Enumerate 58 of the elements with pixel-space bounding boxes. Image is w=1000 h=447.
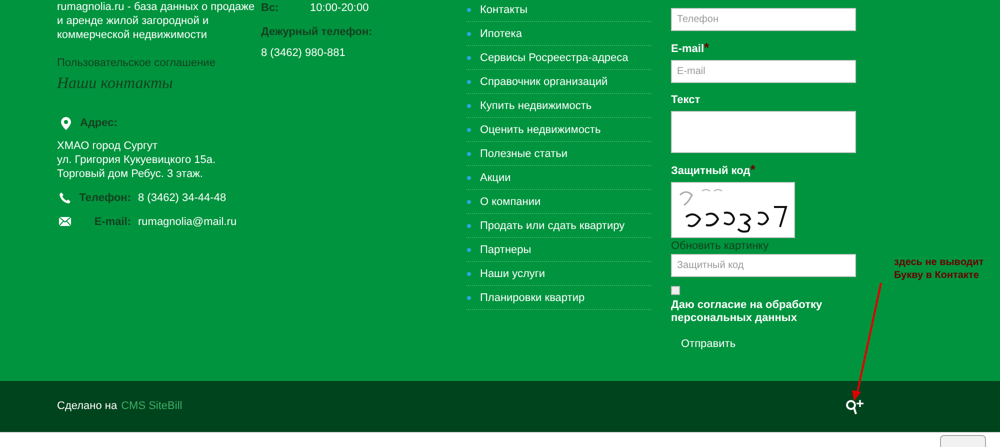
menu-link[interactable]: Оценить недвижимость: [480, 122, 601, 136]
cms-link[interactable]: CMS SiteBill: [121, 398, 182, 415]
menu-link[interactable]: Планировки квартир: [480, 290, 585, 304]
address-text: ХМАО город Сургут ул. Григория Кукуевицкого 15а. Торговый дом Ребус. 3 этаж.: [57, 138, 217, 180]
contact-label: Адрес:: [80, 116, 118, 131]
bullet-icon: [467, 272, 471, 276]
bullet-icon: [467, 248, 471, 252]
phone-icon: [59, 192, 71, 204]
bullet-icon: [467, 224, 471, 228]
button[interactable]: [940, 435, 986, 447]
bullet-icon: [467, 56, 471, 60]
checkbox[interactable]: [671, 286, 680, 295]
bullet-icon: [467, 200, 471, 204]
field-label: E-mail*: [671, 41, 710, 56]
menu-link[interactable]: Контакты: [480, 2, 528, 16]
submit-button[interactable]: Отправить: [671, 335, 746, 354]
text-area-field[interactable]: [671, 111, 856, 153]
bullet-icon: [467, 8, 471, 12]
bullet-icon: [467, 128, 471, 132]
bullet-icon: [467, 296, 471, 300]
contact-label: E-mail:: [93, 214, 131, 228]
description-text: rumagnolia.ru - база данных о продаже и аренде жилой загородной и коммерческой недвижимости: [57, 0, 256, 42]
menu-link[interactable]: Справочник организаций: [480, 74, 608, 88]
bullet-icon: [467, 152, 471, 156]
field-label: Текст: [671, 93, 702, 107]
input-field[interactable]: E-mail: [671, 60, 856, 83]
envelope-icon: [59, 217, 71, 226]
input-field[interactable]: Защитный код: [671, 254, 856, 277]
menu-link[interactable]: Полезные статьи: [480, 146, 568, 160]
menu-link[interactable]: Сервисы Росреестра-адреса: [480, 50, 628, 64]
contact-label: Телефон:: [78, 190, 131, 204]
bullet-icon: [467, 80, 471, 84]
annotation-text: здесь не выводит Букву в Контакте: [894, 256, 984, 282]
footer-text: Сделано на: [57, 399, 118, 414]
bullet-icon: [467, 32, 471, 36]
menu-link[interactable]: Наши услуги: [480, 266, 546, 280]
menu-link[interactable]: Купить недвижимость: [480, 98, 592, 112]
contacts-heading: Наши контакты: [57, 74, 173, 94]
refresh-captcha-link[interactable]: Обновить картинку: [671, 239, 856, 253]
input-field[interactable]: Телефон: [671, 8, 856, 31]
menu-link[interactable]: Продать или сдать квартиру: [480, 218, 625, 232]
duty-phone-number: 8 (3462) 980-881: [261, 46, 346, 60]
phone-number: 8 (3462) 34-44-48: [138, 190, 226, 204]
field-label: Защитный код*: [671, 163, 756, 178]
agreement-link[interactable]: Пользовательское соглашение: [57, 56, 261, 70]
email-link[interactable]: rumagnolia@mail.ru: [138, 214, 237, 228]
hours-text: 10:00-20:00: [310, 1, 369, 15]
bullet-icon: [467, 176, 471, 180]
google-plus-icon[interactable]: [845, 398, 865, 416]
bullet-icon: [467, 104, 471, 108]
day-label: Вс:: [261, 1, 280, 15]
menu-link[interactable]: О компании: [480, 194, 541, 208]
menu-link[interactable]: Ипотека: [480, 26, 522, 40]
menu-link[interactable]: Партнеры: [480, 242, 532, 256]
location-pin-icon: [61, 116, 71, 130]
menu-link[interactable]: Акции: [480, 170, 511, 184]
consent-label: Даю согласие на обработку персональных данных: [671, 299, 824, 325]
duty-phone-label: Дежурный телефон:: [261, 25, 374, 39]
